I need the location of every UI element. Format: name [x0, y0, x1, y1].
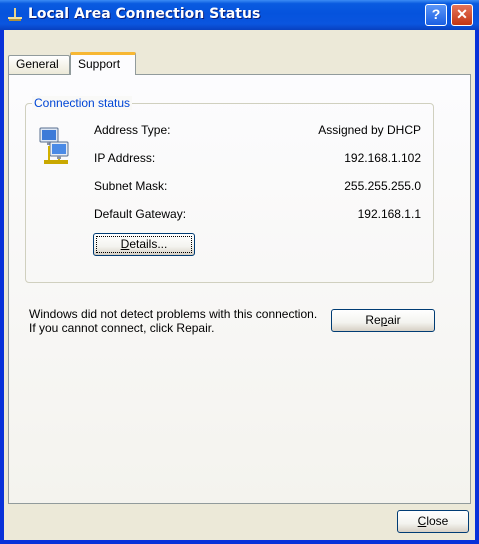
address-type-value: Assigned by DHCP — [318, 123, 421, 137]
tab-general[interactable]: General — [8, 55, 70, 74]
network-computers-icon — [39, 127, 69, 164]
repair-button[interactable]: Repair — [331, 309, 435, 332]
address-type-label: Address Type: — [94, 123, 171, 137]
close-button[interactable]: Close — [397, 510, 469, 533]
help-button[interactable]: ? — [425, 4, 447, 26]
details-button[interactable]: Details... — [93, 233, 195, 256]
details-button-text-post: etails... — [129, 237, 168, 251]
dialog-client-area: General Support Connection status Addres… — [4, 30, 475, 540]
close-window-button[interactable]: ✕ — [451, 4, 473, 26]
connection-status-group: Connection status Address Type: Assigned… — [25, 96, 434, 283]
ip-address-value: 192.168.1.102 — [344, 151, 421, 165]
title-bar[interactable]: Local Area Connection Status ? ✕ — [0, 0, 479, 30]
close-button-text-post: lose — [426, 514, 449, 528]
repair-button-text-post: air — [387, 313, 401, 327]
subnet-mask-value: 255.255.255.0 — [344, 179, 421, 193]
default-gateway-label: Default Gateway: — [94, 207, 187, 221]
repair-button-text-pre: Re — [365, 313, 381, 327]
group-title: Connection status — [32, 96, 133, 110]
dialog-window: Local Area Connection Status ? ✕ General… — [0, 0, 479, 544]
tab-support[interactable]: Support — [70, 52, 136, 75]
window-title: Local Area Connection Status — [28, 6, 261, 22]
default-gateway-value: 192.168.1.1 — [357, 207, 421, 221]
subnet-mask-label: Subnet Mask: — [94, 179, 168, 193]
diagnosis-message: Windows did not detect problems with thi… — [29, 307, 318, 335]
ip-address-label: IP Address: — [94, 151, 156, 165]
network-connection-icon — [8, 8, 22, 21]
support-tab-panel: Connection status Address Type: Assigned… — [8, 74, 471, 504]
